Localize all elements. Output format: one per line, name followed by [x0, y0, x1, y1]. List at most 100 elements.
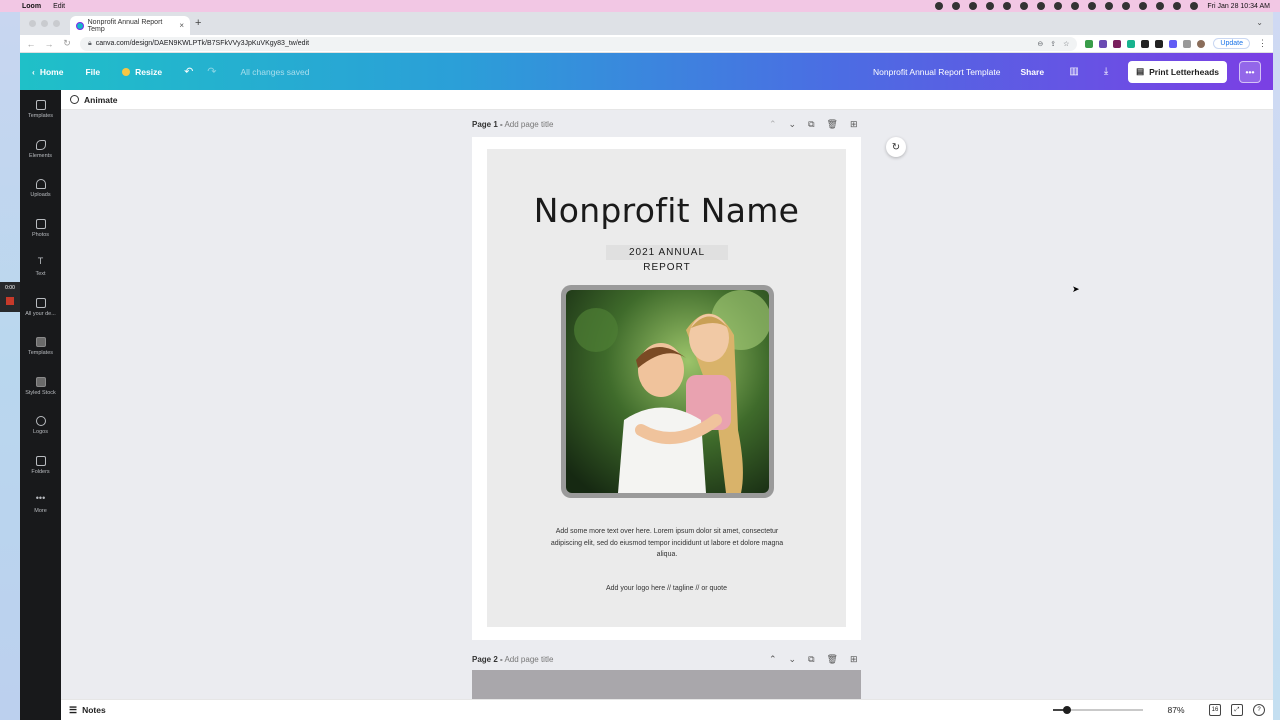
design-title[interactable]: Nonprofit Annual Report Template — [873, 67, 1000, 77]
maximize-window-icon[interactable] — [53, 20, 60, 27]
duplicate-page-icon[interactable]: ⧉ — [808, 654, 814, 665]
status-icon[interactable] — [1071, 2, 1080, 10]
browser-tab[interactable]: Nonprofit Annual Report Temp × — [70, 16, 190, 35]
menu-edit[interactable]: Edit — [53, 3, 65, 10]
canvas-workspace[interactable]: Page 1 - Add page title ⌃ ⌄ ⧉ 🗑︎ ⊞ Nonpr… — [61, 110, 1273, 699]
redo-icon[interactable]: ↷ — [207, 65, 216, 78]
share-icon[interactable]: ⇪ — [1050, 40, 1056, 48]
insights-chart-icon[interactable]: ▥ — [1064, 62, 1084, 82]
stop-record-icon[interactable] — [6, 297, 14, 305]
file-menu[interactable]: File — [85, 67, 100, 77]
extension-icon[interactable] — [1099, 39, 1108, 48]
status-icon[interactable] — [952, 2, 961, 10]
zoom-level[interactable]: 87% — [1153, 705, 1199, 715]
profile-avatar[interactable] — [1197, 39, 1206, 48]
extension-icon[interactable] — [1169, 39, 1178, 48]
browser-update-button[interactable]: Update — [1213, 38, 1250, 49]
animate-button[interactable]: Animate — [70, 95, 118, 105]
control-center-icon[interactable] — [1173, 2, 1182, 10]
sidebar-item-styled-stock[interactable]: Styled Stock — [20, 367, 61, 407]
url-bar[interactable]: 🔒︎ canva.com/design/DAEN9KWLPTk/B7SFkVVy… — [80, 36, 1078, 51]
notes-button[interactable]: ☰ Notes — [69, 705, 106, 716]
duplicate-page-icon[interactable]: ⧉ — [808, 119, 814, 130]
extension-icon[interactable] — [1085, 39, 1094, 48]
sidebar-item-folders[interactable]: Folders — [20, 446, 61, 486]
loom-recorder[interactable]: 0:00 — [0, 282, 20, 312]
sidebar-item-uploads[interactable]: Uploads — [20, 169, 61, 209]
resize-button[interactable]: Resize — [122, 67, 162, 77]
download-icon[interactable]: ⤓ — [1096, 62, 1116, 82]
sidebar-item-templates[interactable]: Templates — [20, 90, 61, 130]
status-icon[interactable] — [1037, 2, 1046, 10]
reload-icon[interactable]: ↻ — [62, 38, 72, 49]
new-tab-button[interactable]: + — [195, 17, 201, 29]
add-page-icon[interactable]: ⊞ — [850, 654, 858, 665]
annual-report-subtitle[interactable]: 2021 ANNUAL REPORT — [606, 245, 728, 273]
sidebar-item-elements[interactable]: Elements — [20, 130, 61, 170]
design-page-1[interactable]: Nonprofit Name 2021 ANNUAL REPORT Add so… — [472, 137, 861, 640]
print-letterheads-button[interactable]: ▤ Print Letterheads — [1128, 60, 1227, 83]
move-up-icon[interactable]: ⌃ — [769, 119, 777, 130]
zoom-slider[interactable] — [1053, 706, 1143, 714]
add-page-title[interactable]: Add page title — [504, 120, 553, 129]
share-button[interactable]: Share — [1012, 63, 1052, 81]
help-icon[interactable]: ? — [1253, 704, 1265, 716]
extension-icon[interactable] — [1127, 39, 1136, 48]
menu-app-name[interactable]: Loom — [22, 3, 41, 10]
forward-icon[interactable]: → — [44, 39, 54, 49]
page-count-button[interactable]: 16 — [1209, 704, 1221, 716]
extension-icon[interactable] — [1141, 39, 1150, 48]
delete-page-icon[interactable]: 🗑︎ — [827, 654, 838, 665]
home-button[interactable]: ‹ Home — [32, 67, 63, 77]
browser-menu-icon[interactable]: ⋮ — [1258, 38, 1267, 49]
wifi-icon[interactable] — [1122, 2, 1131, 10]
battery-icon[interactable] — [1139, 2, 1148, 10]
siri-icon[interactable] — [1190, 2, 1199, 10]
status-icon[interactable] — [935, 2, 944, 10]
sidebar-item-photos[interactable]: Photos — [20, 209, 61, 249]
sidebar-item-logos[interactable]: Logos — [20, 406, 61, 446]
status-icon[interactable] — [1054, 2, 1063, 10]
move-down-icon[interactable]: ⌄ — [789, 654, 797, 665]
sidebar-item-templates-app[interactable]: Templates — [20, 327, 61, 367]
tab-close-icon[interactable]: × — [179, 21, 184, 30]
extension-icon[interactable] — [1113, 39, 1122, 48]
bluetooth-icon[interactable] — [1105, 2, 1114, 10]
cloud-icon[interactable] — [986, 2, 995, 10]
close-window-icon[interactable] — [29, 20, 36, 27]
minimize-window-icon[interactable] — [41, 20, 48, 27]
lock-icon[interactable]: 🔒︎ — [88, 40, 92, 48]
add-page-icon[interactable]: ⊞ — [850, 119, 858, 130]
photo-frame[interactable] — [561, 285, 774, 498]
undo-icon[interactable]: ↶ — [184, 65, 193, 78]
sidebar-item-more[interactable]: ••• More — [20, 485, 61, 525]
children-photo[interactable] — [566, 290, 769, 493]
logo-tagline-text[interactable]: Add your logo here // tagline // or quot… — [487, 585, 846, 592]
page-background[interactable]: Nonprofit Name 2021 ANNUAL REPORT Add so… — [487, 149, 846, 627]
puzzle-icon[interactable] — [1183, 39, 1192, 48]
sidebar-item-text[interactable]: T Text — [20, 248, 61, 288]
menubar-clock[interactable]: Fri Jan 28 10:34 AM — [1207, 3, 1270, 10]
move-up-icon[interactable]: ⌃ — [769, 654, 777, 665]
move-down-icon[interactable]: ⌄ — [789, 119, 797, 130]
status-icon[interactable] — [1020, 2, 1029, 10]
bookmark-star-icon[interactable]: ☆ — [1063, 40, 1069, 48]
refresh-design-icon[interactable]: ↻ — [886, 137, 906, 157]
status-icon[interactable] — [1088, 2, 1097, 10]
delete-page-icon[interactable]: 🗑︎ — [827, 119, 838, 130]
add-page-title[interactable]: Add page title — [504, 655, 553, 664]
tab-search-chevron-icon[interactable]: ⌄ — [1256, 18, 1263, 27]
zoom-icon[interactable]: ⊖ — [1037, 40, 1043, 48]
fullscreen-icon[interactable]: ⤢ — [1231, 704, 1243, 716]
search-icon[interactable] — [1156, 2, 1165, 10]
body-text-block[interactable]: Add some more text over here. Lorem ipsu… — [547, 526, 787, 561]
extension-icon[interactable] — [1155, 39, 1164, 48]
zoom-slider-knob[interactable] — [1063, 706, 1071, 714]
status-icon[interactable] — [1003, 2, 1012, 10]
sidebar-item-all-designs[interactable]: All your de... — [20, 288, 61, 328]
status-icon[interactable] — [969, 2, 978, 10]
more-options-button[interactable]: ••• — [1239, 60, 1261, 83]
nonprofit-name-heading[interactable]: Nonprofit Name — [487, 191, 846, 230]
back-icon[interactable]: ← — [26, 39, 36, 49]
design-page-2[interactable]: ~ — [472, 670, 861, 699]
